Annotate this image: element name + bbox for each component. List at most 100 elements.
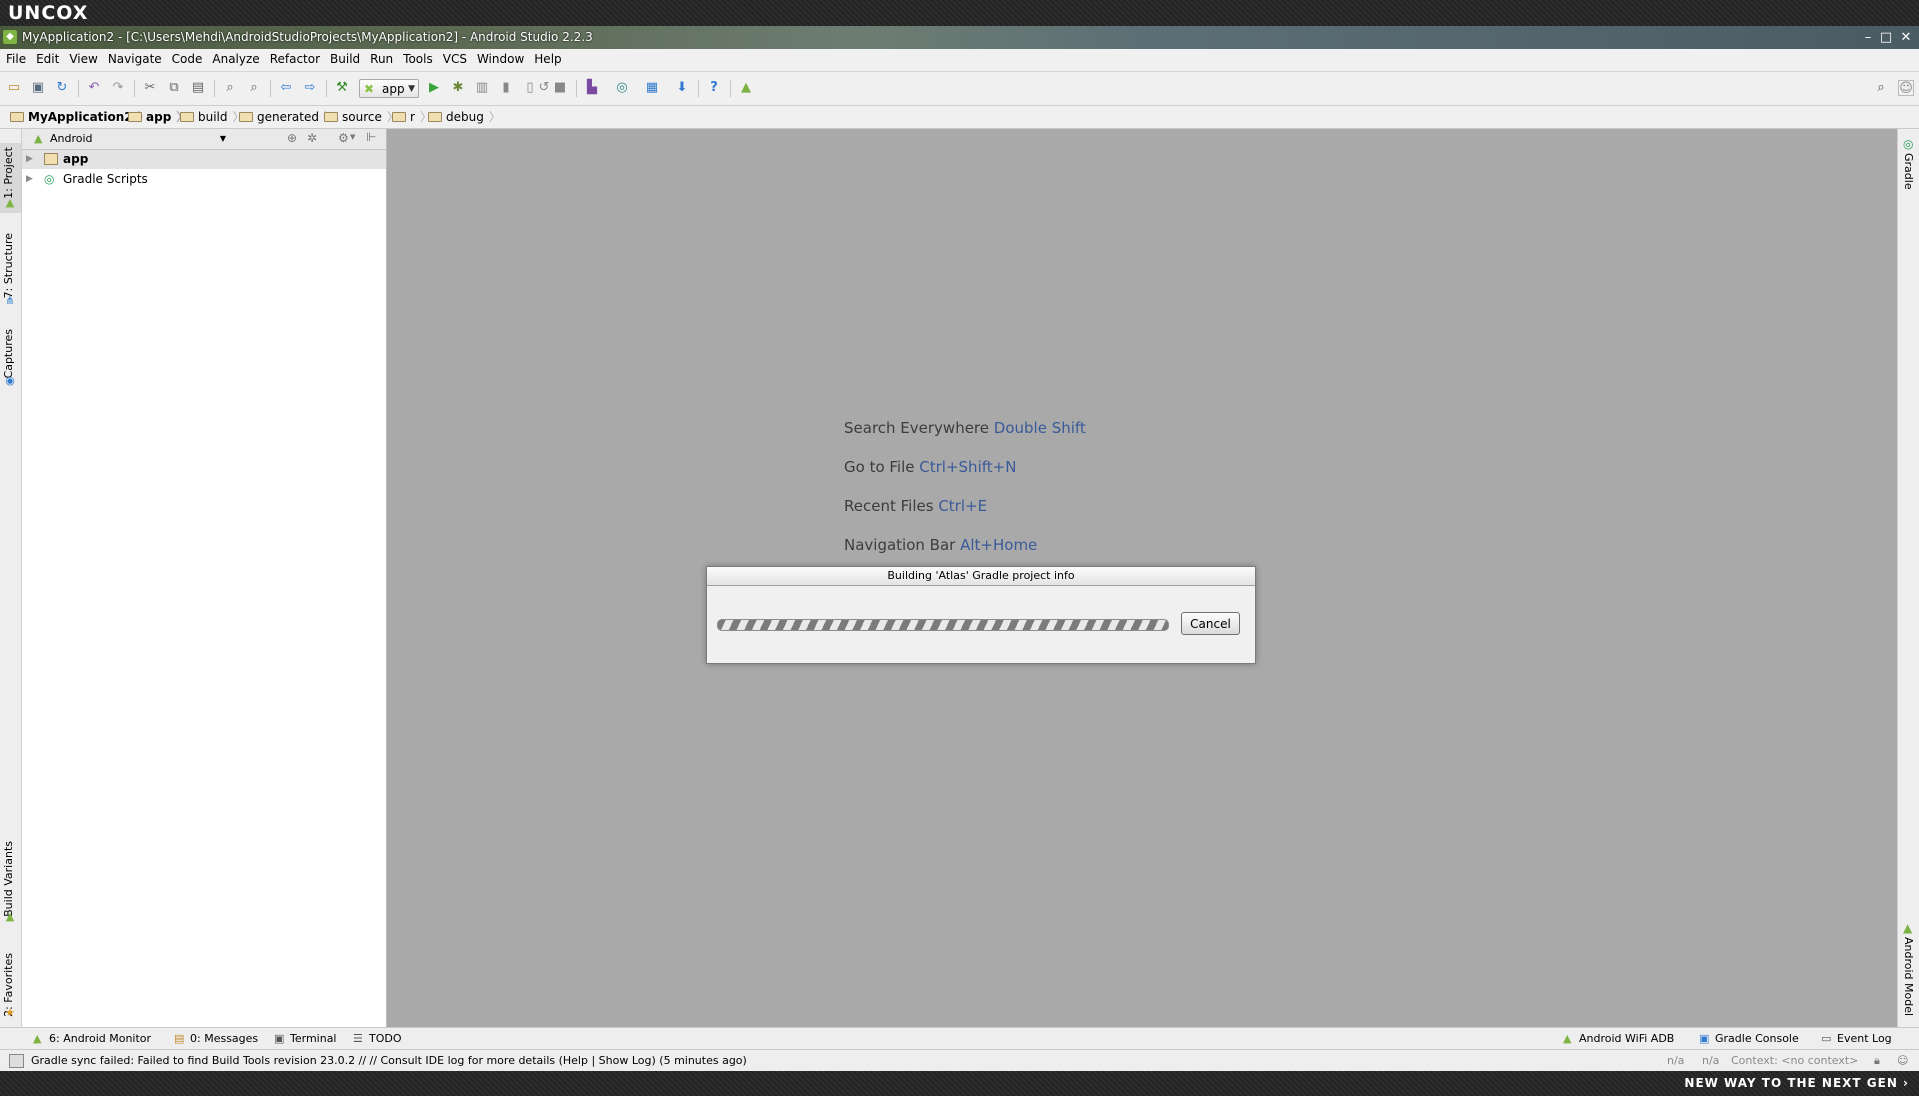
menu-view[interactable]: View (64, 49, 102, 71)
menu-analyze[interactable]: Analyze (207, 49, 264, 71)
hint-text: Recent Files (844, 497, 934, 515)
tree-item-app[interactable]: ▶ app (22, 150, 386, 169)
expand-arrow-icon[interactable]: ▶ (26, 170, 33, 189)
make-project-icon[interactable]: ⚒ (334, 80, 350, 96)
stop-icon[interactable]: ■ (552, 80, 568, 96)
debug-icon[interactable]: ✱ (450, 80, 466, 96)
menu-build[interactable]: Build (325, 49, 365, 71)
breadcrumb-item[interactable]: source〉 (322, 109, 399, 126)
tab-android-wifi-adb[interactable]: ▲ Android WiFi ADB (1563, 1031, 1674, 1047)
undo-icon[interactable]: ↶ (86, 80, 102, 96)
menu-window[interactable]: Window (472, 49, 529, 71)
tab-gradle-console[interactable]: ▣ Gradle Console (1699, 1031, 1799, 1047)
profile-icon[interactable]: ▮ (498, 80, 514, 96)
run-configuration-label: app (382, 82, 405, 96)
menu-vcs[interactable]: VCS (438, 49, 472, 71)
project-view-select[interactable]: ▲ Android ▼ (30, 130, 230, 148)
find-icon[interactable]: ⌕ (222, 80, 238, 96)
back-icon[interactable]: ⇦ (278, 80, 294, 96)
menu-help[interactable]: Help (529, 49, 566, 71)
brand-logo: UNCOX (8, 2, 89, 24)
menu-file[interactable]: File (0, 49, 31, 71)
open-folder-icon[interactable]: ▭ (6, 80, 22, 96)
menu-refactor[interactable]: Refactor (265, 49, 325, 71)
toolbar-separator (730, 80, 731, 97)
tab-terminal[interactable]: ▣ Terminal (274, 1031, 337, 1047)
breadcrumb-item[interactable]: build〉 (178, 109, 245, 126)
gear-icon[interactable]: ⚙ (338, 131, 349, 145)
replace-icon[interactable]: ⌕ (246, 80, 262, 96)
tab-todo[interactable]: ☰ TODO (353, 1031, 402, 1047)
avd-manager-icon[interactable]: ▙ (584, 80, 600, 96)
chevron-down-icon[interactable]: ▼ (350, 133, 355, 141)
close-button[interactable]: ✕ (1896, 29, 1916, 46)
status-message[interactable]: Gradle sync failed: Failed to find Build… (31, 1054, 747, 1067)
terminal-icon: ▣ (274, 1032, 285, 1045)
hide-panel-icon[interactable]: ⊩ (366, 130, 376, 144)
tab-android-monitor[interactable]: ▲ 6: Android Monitor (33, 1031, 151, 1047)
help-icon[interactable]: ? (706, 80, 722, 96)
console-icon: ▣ (1699, 1032, 1710, 1045)
tab-messages[interactable]: ▤ 0: Messages (174, 1031, 258, 1047)
structure-icon: ⋔ (5, 294, 15, 307)
search-everywhere-icon[interactable]: ⌕ (1873, 80, 1889, 96)
android-icon: ▲ (5, 196, 15, 209)
menu-edit[interactable]: Edit (31, 49, 64, 71)
maximize-button[interactable]: □ (1876, 29, 1896, 46)
toolbar-separator (698, 80, 699, 97)
toolbar-separator (214, 80, 215, 97)
dialog-title: Building 'Atlas' Gradle project info (707, 567, 1255, 586)
left-tool-stripe: 1: Project ▲ 7: Structure ⋔ Captures ◉ B… (0, 129, 22, 1027)
cancel-button[interactable]: Cancel (1181, 612, 1240, 635)
user-icon[interactable]: ☺ (1898, 80, 1914, 96)
tab-project[interactable]: 1: Project ▲ (0, 143, 21, 213)
project-structure-icon[interactable]: ▦ (644, 80, 660, 96)
project-view-label: Android (50, 132, 93, 145)
tab-captures[interactable]: Captures ◉ (0, 325, 21, 390)
inspection-icon[interactable]: ☺ (1897, 1054, 1908, 1067)
tab-android-model[interactable]: ▲ Android Model (1898, 919, 1919, 1019)
hint-text: Go to File (844, 458, 915, 476)
paste-icon[interactable]: ▤ (190, 80, 206, 96)
tab-structure[interactable]: 7: Structure ⋔ (0, 229, 21, 309)
sdk-manager-icon[interactable]: ⬇ (674, 80, 690, 96)
expand-arrow-icon[interactable]: ▶ (26, 150, 33, 169)
sync-icon[interactable]: ↻ (54, 80, 70, 96)
tab-structure-label: 7: Structure (2, 233, 15, 299)
android-device-monitor-icon[interactable]: ▲ (738, 80, 754, 96)
minimize-button[interactable]: – (1858, 29, 1878, 46)
copy-icon[interactable]: ⧉ (166, 80, 182, 96)
redo-icon[interactable]: ↷ (110, 80, 126, 96)
menu-navigate[interactable]: Navigate (103, 49, 167, 71)
scroll-from-source-icon[interactable]: ⊕ (287, 131, 297, 145)
run-configuration-select[interactable]: ✖ app ▼ (359, 79, 419, 98)
tab-favorites[interactable]: 2: Favorites ★ (0, 949, 21, 1021)
coverage-icon[interactable]: ▥ (474, 80, 490, 96)
hint-navigation-bar: Navigation Bar Alt+Home (844, 536, 1037, 554)
folder-icon (10, 112, 24, 122)
hint-shortcut: Double Shift (993, 419, 1086, 437)
tab-build-variants[interactable]: Build Variants ▲ (0, 837, 21, 925)
tab-event-log[interactable]: ▭ Event Log (1821, 1031, 1892, 1047)
breadcrumb-label: build (198, 110, 228, 124)
lock-icon[interactable]: 🔒︎ (1874, 1054, 1880, 1068)
tab-gradle[interactable]: ◎ Gradle (1898, 135, 1919, 195)
tool-windows-toggle-icon[interactable] (9, 1054, 24, 1068)
tab-label: Gradle Console (1715, 1032, 1799, 1045)
collapse-all-icon[interactable]: ✲ (307, 131, 317, 145)
save-icon[interactable]: ▣ (30, 80, 46, 96)
android-icon: ▲ (34, 132, 43, 145)
apply-changes-icon[interactable]: ↺ (536, 80, 552, 96)
tree-item-gradle-scripts[interactable]: ▶ ◎ Gradle Scripts (22, 170, 386, 189)
menu-code[interactable]: Code (167, 49, 208, 71)
breadcrumb-item[interactable]: debug 〉 (426, 109, 501, 126)
cut-icon[interactable]: ✂ (142, 80, 158, 96)
hint-recent-files: Recent Files Ctrl+E (844, 497, 987, 515)
window-title: MyApplication2 - [C:\Users\Mehdi\Android… (22, 30, 593, 44)
sync-gradle-icon[interactable]: ◎ (614, 80, 630, 96)
menu-run[interactable]: Run (365, 49, 398, 71)
menu-tools[interactable]: Tools (398, 49, 438, 71)
run-icon[interactable]: ▶ (426, 80, 442, 96)
forward-icon[interactable]: ⇨ (302, 80, 318, 96)
progress-dialog: Building 'Atlas' Gradle project info Can… (706, 566, 1256, 664)
